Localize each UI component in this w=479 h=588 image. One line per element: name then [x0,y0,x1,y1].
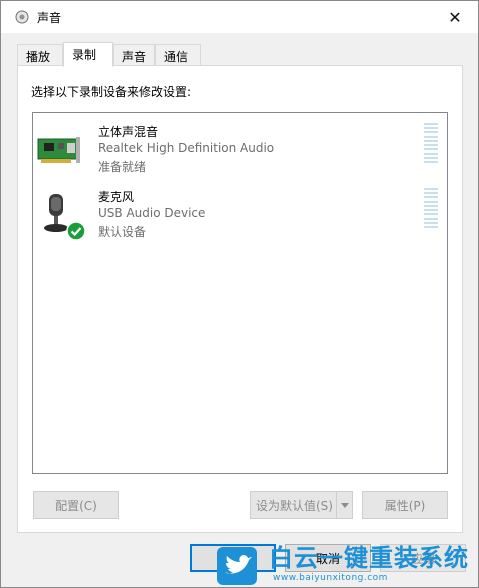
level-meter [424,123,438,163]
configure-button[interactable]: 配置(C) [33,491,119,519]
device-description: USB Audio Device [98,206,206,220]
device-name: 立体声混音 [98,125,159,139]
level-meter [424,188,438,228]
set-default-button[interactable]: 设为默认值(S) [250,491,353,519]
device-name: 麦克风 [98,190,135,204]
device-list[interactable]: 立体声混音 Realtek High Definition Audio 准备就绪… [32,112,448,474]
close-icon: ✕ [448,7,462,27]
title-bar[interactable]: 声音 ✕ [1,1,478,33]
properties-button[interactable]: 属性(P) [362,491,448,519]
sound-dialog: 声音 ✕ 播放 录制 声音 通信 选择以下录制设备来修改设置: 立体声混音 Re… [0,0,479,588]
tab-playback[interactable]: 播放 [17,44,63,66]
watermark: 白云一键重装系统 www.baiyunxitong.com [213,544,473,588]
window-title: 声音 [37,11,62,25]
tab-sounds[interactable]: 声音 [113,44,155,66]
device-item-stereo-mix[interactable]: 立体声混音 Realtek High Definition Audio 准备就绪 [33,123,447,179]
device-item-microphone[interactable]: 麦克风 USB Audio Device 默认设备 [33,188,447,244]
set-default-dropdown[interactable] [336,492,352,518]
tab-communications[interactable]: 通信 [155,44,201,66]
set-default-label: 设为默认值(S) [256,498,333,513]
speaker-icon [15,10,29,24]
chevron-down-icon [340,502,349,508]
twitter-bird-icon [217,547,257,585]
device-status: 准备就绪 [98,160,147,174]
watermark-brand: 白云一键重装系统 [269,544,469,572]
tab-recording[interactable]: 录制 [63,42,113,67]
device-description: Realtek High Definition Audio [98,141,275,155]
sound-card-icon [37,137,80,163]
watermark-url: www.baiyunxitong.com [273,573,388,583]
instruction-text: 选择以下录制设备来修改设置: [31,85,192,99]
device-status: 默认设备 [98,225,147,239]
default-check-icon [66,221,86,241]
close-button[interactable]: ✕ [432,1,478,33]
